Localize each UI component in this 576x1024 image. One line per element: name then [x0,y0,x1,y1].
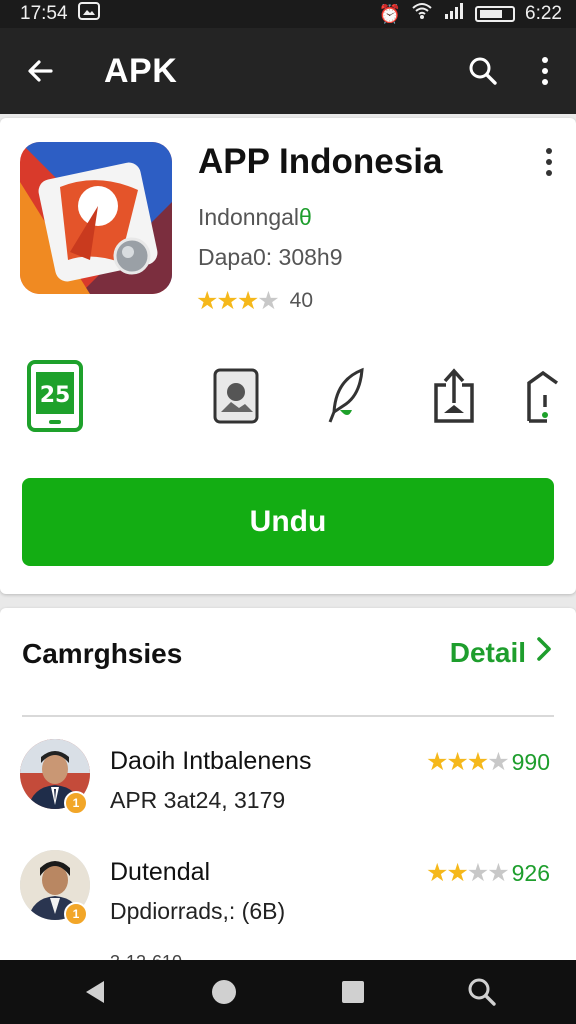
developer-name-suffix: θ [299,204,312,230]
image-icon [77,1,100,27]
developer-name-text: Indonngal [198,204,300,230]
stars-empty: ★★ [466,859,510,887]
svg-text:25: 25 [40,383,71,408]
more-vert-icon[interactable] [514,28,576,114]
review-score: 990 [511,748,550,775]
feature-icon-row: 25 [0,358,576,438]
user-badge-icon: 1 [64,902,88,926]
app-bar-title: APK [104,51,178,90]
reviewer-name: Daoih Intbalenens [110,747,312,775]
wifi-icon [411,2,433,26]
stars-filled: ★★ [425,859,469,887]
alarm-icon: ⏰ [378,3,402,24]
system-nav-bar [0,960,576,1024]
recents-square-icon[interactable] [323,962,383,1022]
review-meta: APR 3at24, 3179 [110,787,286,813]
app-logo-icon[interactable] [20,142,172,294]
review-score: 926 [511,859,550,886]
search-icon[interactable] [452,962,512,1022]
app-rating: ★★★★ 40 [196,286,313,316]
app-info-card: APP Indonesia Indonngalθ Dapa0: 308h9 ★★… [0,118,576,594]
battery-icon [475,6,516,22]
stars-filled: ★★★ [196,287,259,315]
review-item[interactable]: 1 Daoih Intbalenens APR 3at24, 3179 ★★★★… [0,739,576,829]
search-icon[interactable] [452,28,514,114]
download-button[interactable]: Undu [22,478,554,566]
back-arrow-icon[interactable] [0,28,80,114]
signal-icon [443,2,465,26]
more-vert-icon[interactable] [532,140,566,184]
stars-empty: ★ [487,748,509,776]
stars-empty: ★ [257,287,279,315]
photo-card-icon[interactable] [206,358,266,434]
star-rating-icon: ★★★★ [196,286,280,316]
detail-label: Detail [449,636,526,668]
review-meta: Dpdiorrads,: (6B) [110,898,286,924]
back-triangle-icon[interactable] [65,962,125,1022]
section-title: Camrghsies [22,638,183,669]
reviewer-name: Dutendal [110,858,211,886]
reviews-card: Camrghsies Detail 1 Daoih Intbalenens AP… [0,608,576,968]
app-bar: APK [0,28,576,114]
divider [22,715,554,717]
app-size-label: Dapa0: 308h9 [198,244,343,270]
status-bar: 17:54 ⏰ 6:22 [0,0,576,28]
detail-link[interactable]: Detail [450,636,552,669]
chevron-right-icon [536,636,552,669]
status-time: 17:54 [20,3,68,24]
review-rating: ★★★★ 990 [426,747,550,777]
review-item[interactable]: 1 Dutendal Dpdiorrads,: (6B) ★★★★ 926 [0,850,576,940]
home-circle-icon[interactable] [194,962,254,1022]
star-rating-icon: ★★★★ [425,858,510,888]
bookmark-icon[interactable] [518,358,564,434]
rating-value: 40 [289,289,314,312]
feather-icon[interactable] [320,358,376,434]
stars-filled: ★★★ [425,748,489,776]
calendar-phone-icon[interactable]: 25 [22,358,88,434]
status-clock: 6:22 [525,3,562,24]
user-badge-icon: 1 [64,791,88,815]
share-upload-icon[interactable] [426,358,482,434]
star-rating-icon: ★★★★ [425,747,510,777]
review-rating: ★★★★ 926 [426,858,550,888]
app-name: APP Indonesia [198,142,443,181]
developer-name[interactable]: Indonngalθ [198,204,312,231]
